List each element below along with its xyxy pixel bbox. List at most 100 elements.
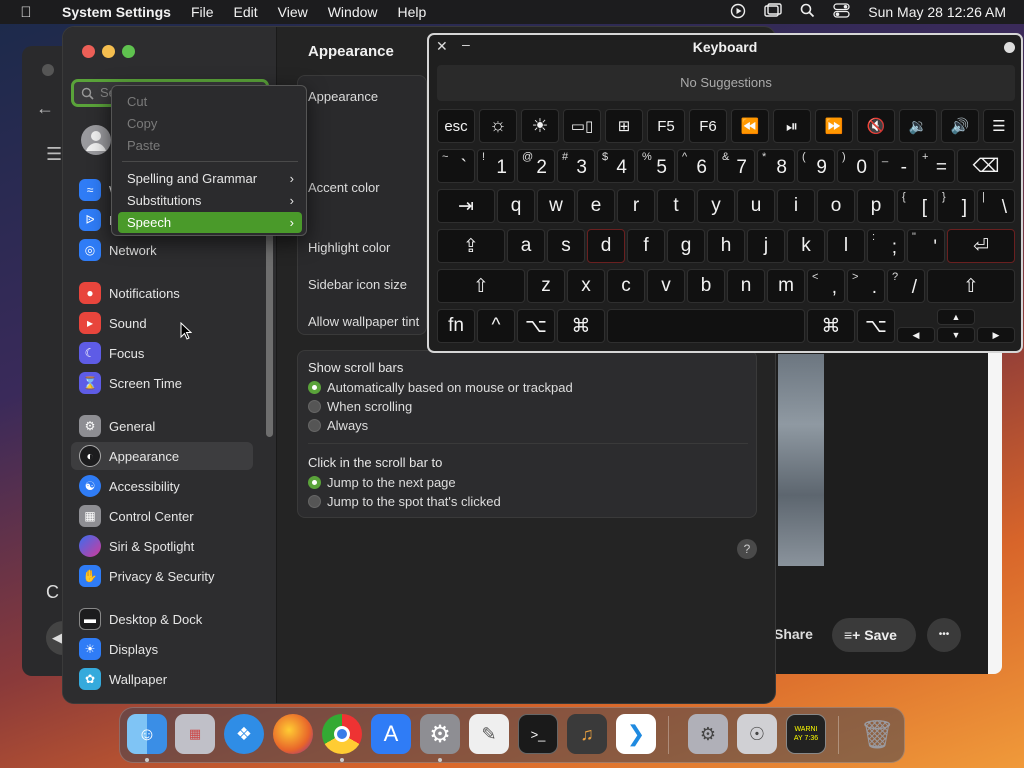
key-6[interactable]: ^ 6 — [677, 149, 715, 183]
key-bracket-left[interactable]: {[ — [897, 189, 935, 223]
list-icon[interactable]: ☰ — [983, 109, 1015, 143]
sidebar-item-desktop-dock[interactable]: ▬ Desktop & Dock — [71, 605, 253, 633]
sidebar-scrollbar[interactable] — [266, 232, 273, 437]
garageband-icon[interactable]: ♫ — [567, 714, 607, 754]
key-n[interactable]: n — [727, 269, 765, 303]
launchpad-icon[interactable]: ▦ — [175, 714, 215, 754]
key-j[interactable]: j — [747, 229, 785, 263]
sidebar-item-displays[interactable]: ☀ Displays — [71, 635, 253, 663]
key-z[interactable]: z — [527, 269, 565, 303]
zoom-window-button[interactable] — [122, 45, 135, 58]
key-comma[interactable]: <, — [807, 269, 845, 303]
menu-item-copy[interactable]: Copy — [118, 113, 302, 134]
minimize-window-button[interactable] — [102, 45, 115, 58]
key-arrow-down[interactable]: ▼ — [937, 327, 975, 343]
save-button[interactable]: ≡+ Save — [832, 618, 916, 652]
radio-scroll-auto[interactable]: Automatically based on mouse or trackpad — [308, 378, 573, 397]
key-caps-lock[interactable]: ⇪ — [437, 229, 505, 263]
menu-app-name[interactable]: System Settings — [52, 4, 181, 20]
menu-clock[interactable]: Sun May 28 12:26 AM — [868, 4, 1006, 20]
key-v[interactable]: v — [647, 269, 685, 303]
sidebar-item-control-center[interactable]: ▦ Control Center — [71, 502, 253, 530]
vscode-icon[interactable]: ❯ — [616, 714, 656, 754]
launchpad-key-icon[interactable]: ⊞ — [605, 109, 643, 143]
apple-menu-icon[interactable]:  — [0, 4, 52, 21]
key-f6[interactable]: F6 — [689, 109, 727, 143]
back-arrow-icon[interactable]: ← — [36, 98, 54, 119]
key-2[interactable]: @2 — [517, 149, 555, 183]
console-icon[interactable]: WARNI AY 7:36 — [786, 714, 826, 754]
key-b[interactable]: b — [687, 269, 725, 303]
brightness-down-icon[interactable]: ☼ — [479, 109, 517, 143]
key-d[interactable]: d — [587, 229, 625, 263]
sidebar-item-wallpaper[interactable]: ✿ Wallpaper — [71, 665, 253, 693]
key-esc[interactable]: esc — [437, 109, 475, 143]
sidebar-item-sound[interactable]: ▸ Sound — [71, 309, 253, 337]
menu-item-substitutions[interactable]: Substitutions › — [118, 190, 302, 211]
options-icon[interactable] — [1004, 42, 1015, 53]
volume-down-icon[interactable]: 🔉 — [899, 109, 937, 143]
menu-edit[interactable]: Edit — [224, 4, 268, 20]
key-arrow-left[interactable]: ◀ — [897, 327, 935, 343]
key-u[interactable]: u — [737, 189, 775, 223]
sidebar-item-accessibility[interactable]: ☯ Accessibility — [71, 472, 253, 500]
key-backslash[interactable]: | \ — [977, 189, 1015, 223]
key-r[interactable]: r — [617, 189, 655, 223]
menu-file[interactable]: File — [181, 4, 224, 20]
system-settings-icon[interactable]: ⚙ — [420, 714, 460, 754]
key-shift-right[interactable]: ⇧ — [927, 269, 1015, 303]
key-g[interactable]: g — [667, 229, 705, 263]
disk-utility-icon[interactable]: ⚙ — [688, 714, 728, 754]
key-8[interactable]: * 8 — [757, 149, 795, 183]
radio-jump-next-page[interactable]: Jump to the next page — [308, 473, 501, 492]
share-button[interactable]: Share — [774, 626, 813, 642]
key-option-right[interactable]: ⌥ — [857, 309, 895, 343]
radio-scroll-always[interactable]: Always — [308, 416, 573, 435]
play-status-icon[interactable] — [730, 3, 746, 22]
key-period[interactable]: >. — [847, 269, 885, 303]
key-return[interactable]: ⏎ — [947, 229, 1015, 263]
terminal-icon[interactable]: >_ — [518, 714, 558, 754]
key-delete[interactable]: ⌫ — [957, 149, 1015, 183]
avatar[interactable] — [81, 125, 111, 155]
menu-item-speech[interactable]: Speech › — [118, 212, 302, 233]
mission-control-icon[interactable]: ▭▯ — [563, 109, 601, 143]
sidebar-item-privacy[interactable]: ✋ Privacy & Security — [71, 562, 253, 590]
sidebar-item-siri[interactable]: Siri & Spotlight — [71, 532, 253, 560]
key-c[interactable]: c — [607, 269, 645, 303]
safari-icon[interactable]: ❖ — [224, 714, 264, 754]
key-fn[interactable]: fn — [437, 309, 475, 343]
key-a[interactable]: a — [507, 229, 545, 263]
key-t[interactable]: t — [657, 189, 695, 223]
key-k[interactable]: k — [787, 229, 825, 263]
sidebar-item-notifications[interactable]: ● Notifications — [71, 279, 253, 307]
menu-window[interactable]: Window — [318, 4, 388, 20]
key-l[interactable]: l — [827, 229, 865, 263]
app-store-icon[interactable]: A — [371, 714, 411, 754]
menu-item-paste[interactable]: Paste — [118, 135, 302, 156]
key-e[interactable]: e — [577, 189, 615, 223]
key-s[interactable]: s — [547, 229, 585, 263]
key-7[interactable]: & 7 — [717, 149, 755, 183]
key-9[interactable]: (9 — [797, 149, 835, 183]
menu-item-cut[interactable]: Cut — [118, 91, 302, 112]
menu-lines-icon[interactable]: ☰ — [46, 144, 62, 165]
key-5[interactable]: % 5 — [637, 149, 675, 183]
close-window-button[interactable] — [82, 45, 95, 58]
key-f[interactable]: f — [627, 229, 665, 263]
key-space[interactable] — [607, 309, 805, 343]
fast-forward-icon[interactable]: ⏩ — [815, 109, 853, 143]
spotlight-search-icon[interactable] — [800, 3, 815, 21]
key-minus[interactable]: _ - — [877, 149, 915, 183]
window-status-icon[interactable] — [764, 2, 782, 22]
finder-icon[interactable]: ☺ — [127, 714, 167, 754]
radio-scroll-when-scrolling[interactable]: When scrolling — [308, 397, 573, 416]
menu-help[interactable]: Help — [388, 4, 437, 20]
key-option-left[interactable]: ⌥ — [517, 309, 555, 343]
menu-view[interactable]: View — [268, 4, 318, 20]
key-p[interactable]: p — [857, 189, 895, 223]
key-m[interactable]: m — [767, 269, 805, 303]
key-control[interactable]: ^ — [477, 309, 515, 343]
key-command-right[interactable]: ⌘ — [807, 309, 855, 343]
key-y[interactable]: y — [697, 189, 735, 223]
